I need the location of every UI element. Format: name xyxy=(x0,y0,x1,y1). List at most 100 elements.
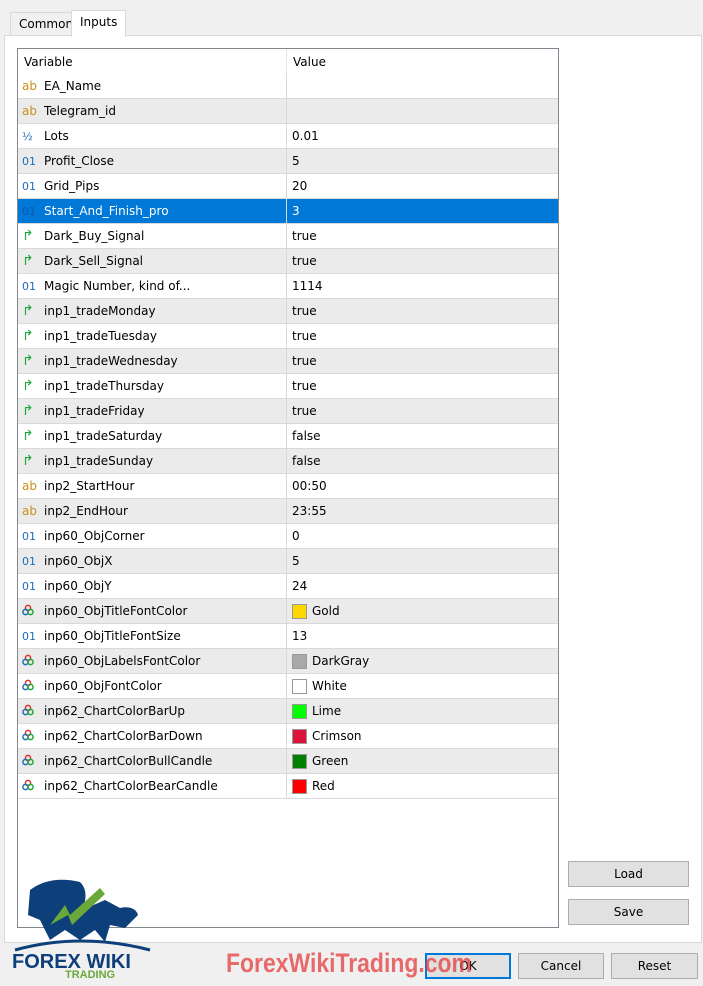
table-row[interactable]: ↱ inp1_tradeFriday true xyxy=(18,399,558,424)
table-row[interactable]: inp62_ChartColorBarUp Lime xyxy=(18,699,558,724)
value-text: 1114 xyxy=(292,279,323,293)
table-row[interactable]: ↱ Dark_Buy_Signal true xyxy=(18,224,558,249)
table-row[interactable]: ab EA_Name xyxy=(18,74,558,99)
value-cell[interactable]: Crimson xyxy=(287,724,558,748)
table-row[interactable]: inp60_ObjLabelsFontColor DarkGray xyxy=(18,649,558,674)
value-cell[interactable]: Red xyxy=(287,774,558,798)
value-cell[interactable]: White xyxy=(287,674,558,698)
table-row[interactable]: inp60_ObjTitleFontColor Gold xyxy=(18,599,558,624)
column-header-variable[interactable]: Variable xyxy=(18,49,287,74)
variable-cell: 01 inp60_ObjY xyxy=(18,574,287,598)
variable-cell: inp60_ObjLabelsFontColor xyxy=(18,649,287,673)
cancel-button[interactable]: Cancel xyxy=(518,953,604,979)
svg-text:TRADING: TRADING xyxy=(65,969,115,978)
table-row[interactable]: 01 Grid_Pips 20 xyxy=(18,174,558,199)
value-cell[interactable]: true xyxy=(287,249,558,273)
value-cell[interactable]: 1114 xyxy=(287,274,558,298)
column-header-value[interactable]: Value xyxy=(287,49,332,74)
table-row[interactable]: 01 inp60_ObjX 5 xyxy=(18,549,558,574)
table-row[interactable]: ab Telegram_id xyxy=(18,99,558,124)
table-row[interactable]: ↱ inp1_tradeMonday true xyxy=(18,299,558,324)
bool-type-icon: ↱ xyxy=(22,303,34,319)
value-cell[interactable]: 0 xyxy=(287,524,558,548)
variable-name: Telegram_id xyxy=(44,104,116,118)
table-row[interactable]: 01 inp60_ObjTitleFontSize 13 xyxy=(18,624,558,649)
table-row[interactable]: ↱ Dark_Sell_Signal true xyxy=(18,249,558,274)
value-cell[interactable]: true xyxy=(287,224,558,248)
variable-cell: ↱ inp1_tradeFriday xyxy=(18,399,287,423)
grid-header: Variable Value xyxy=(18,49,558,74)
table-row[interactable]: inp60_ObjFontColor White xyxy=(18,674,558,699)
variable-cell: inp62_ChartColorBullCandle xyxy=(18,749,287,773)
bool-type-icon: ↱ xyxy=(22,428,34,444)
variable-name: inp1_tradeWednesday xyxy=(44,354,178,368)
value-text: Gold xyxy=(312,604,340,618)
value-cell[interactable]: Lime xyxy=(287,699,558,723)
variable-name: inp62_ChartColorBarUp xyxy=(44,704,186,718)
variable-name: inp62_ChartColorBarDown xyxy=(44,729,203,743)
value-cell[interactable]: true xyxy=(287,324,558,348)
value-cell[interactable]: false xyxy=(287,449,558,473)
value-cell[interactable]: 00:50 xyxy=(287,474,558,498)
value-cell[interactable]: true xyxy=(287,399,558,423)
variable-name: inp1_tradeFriday xyxy=(44,404,145,418)
variable-cell: 01 Profit_Close xyxy=(18,149,287,173)
table-row[interactable]: 01 Magic Number, kind of... 1114 xyxy=(18,274,558,299)
value-cell[interactable]: DarkGray xyxy=(287,649,558,673)
value-cell[interactable]: 24 xyxy=(287,574,558,598)
table-row[interactable]: inp62_ChartColorBarDown Crimson xyxy=(18,724,558,749)
value-cell[interactable] xyxy=(287,99,558,123)
table-row[interactable]: ↱ inp1_tradeTuesday true xyxy=(18,324,558,349)
value-cell[interactable] xyxy=(287,74,558,98)
variable-cell: ab inp2_StartHour xyxy=(18,474,287,498)
value-cell[interactable]: 20 xyxy=(287,174,558,198)
value-cell[interactable]: 3 xyxy=(287,199,558,223)
table-row[interactable]: 01 inp60_ObjCorner 0 xyxy=(18,524,558,549)
table-row[interactable]: ↱ inp1_tradeSaturday false xyxy=(18,424,558,449)
variable-name: inp60_ObjY xyxy=(44,579,112,593)
color-type-icon xyxy=(22,604,44,619)
table-row[interactable]: ↱ inp1_tradeSunday false xyxy=(18,449,558,474)
value-cell[interactable]: Gold xyxy=(287,599,558,623)
color-swatch xyxy=(292,678,307,694)
reset-button[interactable]: Reset xyxy=(611,953,698,979)
table-row[interactable]: ↱ inp1_tradeThursday true xyxy=(18,374,558,399)
value-text: Crimson xyxy=(312,729,362,743)
value-cell[interactable]: 23:55 xyxy=(287,499,558,523)
variable-cell: 01 inp60_ObjTitleFontSize xyxy=(18,624,287,648)
forexwiki-logo: FOREX WIKI TRADING xyxy=(12,879,151,978)
table-row[interactable]: ½ Lots 0.01 xyxy=(18,124,558,149)
table-row[interactable]: 01 Profit_Close 5 xyxy=(18,149,558,174)
value-text: 0 xyxy=(292,529,300,543)
value-cell[interactable]: true xyxy=(287,374,558,398)
load-button[interactable]: Load xyxy=(568,861,689,887)
save-button[interactable]: Save xyxy=(568,899,689,925)
value-cell[interactable]: 0.01 xyxy=(287,124,558,148)
variable-cell: ↱ inp1_tradeWednesday xyxy=(18,349,287,373)
variable-name: Lots xyxy=(44,129,69,143)
table-row[interactable]: ↱ inp1_tradeWednesday true xyxy=(18,349,558,374)
table-row[interactable]: inp62_ChartColorBullCandle Green xyxy=(18,749,558,774)
table-row[interactable]: 01 Start_And_Finish_pro 3 xyxy=(18,199,558,224)
variable-name: EA_Name xyxy=(44,79,102,93)
value-cell[interactable]: 13 xyxy=(287,624,558,648)
value-cell[interactable]: 5 xyxy=(287,549,558,573)
value-text: true xyxy=(292,329,317,343)
value-cell[interactable]: false xyxy=(287,424,558,448)
table-row[interactable]: 01 inp60_ObjY 24 xyxy=(18,574,558,599)
double-type-icon: ½ xyxy=(22,129,33,143)
variable-cell: ↱ inp1_tradeTuesday xyxy=(18,324,287,348)
table-row[interactable]: ab inp2_EndHour 23:55 xyxy=(18,499,558,524)
value-cell[interactable]: Green xyxy=(287,749,558,773)
value-cell[interactable]: true xyxy=(287,349,558,373)
table-row[interactable]: inp62_ChartColorBearCandle Red xyxy=(18,774,558,799)
value-cell[interactable]: true xyxy=(287,299,558,323)
integer-type-icon: 01 xyxy=(22,154,36,168)
color-swatch xyxy=(292,778,307,794)
tab-inputs[interactable]: Inputs xyxy=(71,10,127,37)
string-type-icon: ab xyxy=(22,479,37,493)
value-text: Green xyxy=(312,754,349,768)
value-text: false xyxy=(292,429,321,443)
value-cell[interactable]: 5 xyxy=(287,149,558,173)
table-row[interactable]: ab inp2_StartHour 00:50 xyxy=(18,474,558,499)
